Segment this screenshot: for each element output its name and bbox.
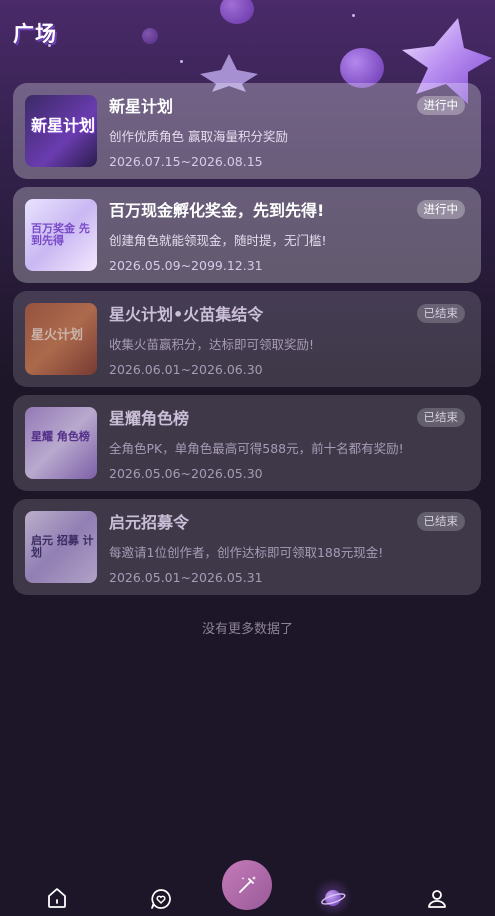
magic-wand-icon — [239, 876, 256, 893]
create-button[interactable] — [222, 860, 272, 910]
activity-card[interactable]: 星耀 角色榜 星耀角色榜 全角色PK，单角色最高可得588元，前十名都有奖励! … — [13, 395, 481, 491]
activity-card[interactable]: 新星计划 新星计划 创作优质角色 赢取海量积分奖励 2026.07.15~202… — [13, 83, 481, 179]
no-more-data-label: 没有更多数据了 — [201, 622, 293, 637]
activity-description: 全角色PK，单角色最高可得588元，前十名都有奖励! — [109, 441, 404, 456]
activity-date-range: 2026.05.09~2099.12.31 — [109, 258, 263, 273]
status-badge: 进行中 — [416, 200, 465, 219]
activity-date-range: 2026.07.15~2026.08.15 — [109, 154, 263, 169]
activity-title: 新星计划 — [109, 97, 174, 116]
activity-description: 每邀请1位创作者，创作达标即可领取188元现金! — [109, 545, 384, 560]
activity-thumbnail: 启元 招募 计划 — [25, 511, 97, 583]
activity-card[interactable]: 启元 招募 计划 启元招募令 每邀请1位创作者，创作达标即可领取188元现金! … — [13, 499, 481, 595]
activity-title: 百万现金孵化奖金，先到先得! — [109, 201, 325, 220]
status-badge: 已结束 — [416, 304, 465, 323]
activity-list: 新星计划 新星计划 创作优质角色 赢取海量积分奖励 2026.07.15~202… — [13, 83, 481, 603]
activity-date-range: 2026.05.06~2026.05.30 — [109, 466, 263, 481]
activity-title: 星耀角色榜 — [109, 409, 190, 428]
activity-title: 星火计划•火苗集结令 — [109, 305, 264, 324]
page-title: 广场 — [13, 22, 57, 46]
status-badge: 已结束 — [416, 512, 465, 531]
activity-description: 收集火苗赢积分，达标即可领取奖励! — [109, 337, 315, 352]
activity-description: 创建角色就能领现金，随时提，无门槛! — [109, 233, 327, 248]
activity-thumbnail: 百万奖金 先到先得 — [25, 199, 97, 271]
activity-thumbnail: 星火计划 — [25, 303, 97, 375]
activity-thumbnail: 星耀 角色榜 — [25, 407, 97, 479]
planet-decoration — [340, 48, 384, 88]
activity-thumbnail: 新星计划 — [25, 95, 97, 167]
profile-icon[interactable] — [425, 887, 449, 911]
planet-icon[interactable] — [320, 885, 346, 911]
home-icon[interactable] — [45, 886, 69, 910]
activity-date-range: 2026.06.01~2026.06.30 — [109, 362, 263, 377]
activity-description: 创作优质角色 赢取海量积分奖励 — [109, 129, 288, 144]
planet-decoration — [142, 28, 158, 44]
activity-title: 启元招募令 — [109, 513, 190, 532]
activity-date-range: 2026.05.01~2026.05.31 — [109, 570, 263, 585]
activity-card[interactable]: 星火计划 星火计划•火苗集结令 收集火苗赢积分，达标即可领取奖励! 2026.0… — [13, 291, 481, 387]
status-badge: 进行中 — [416, 96, 465, 115]
status-badge: 已结束 — [416, 408, 465, 427]
star-dot — [180, 60, 183, 63]
chat-heart-icon[interactable] — [149, 887, 173, 911]
activity-card[interactable]: 百万奖金 先到先得 百万现金孵化奖金，先到先得! 创建角色就能领现金，随时提，无… — [13, 187, 481, 283]
star-dot — [352, 14, 355, 17]
